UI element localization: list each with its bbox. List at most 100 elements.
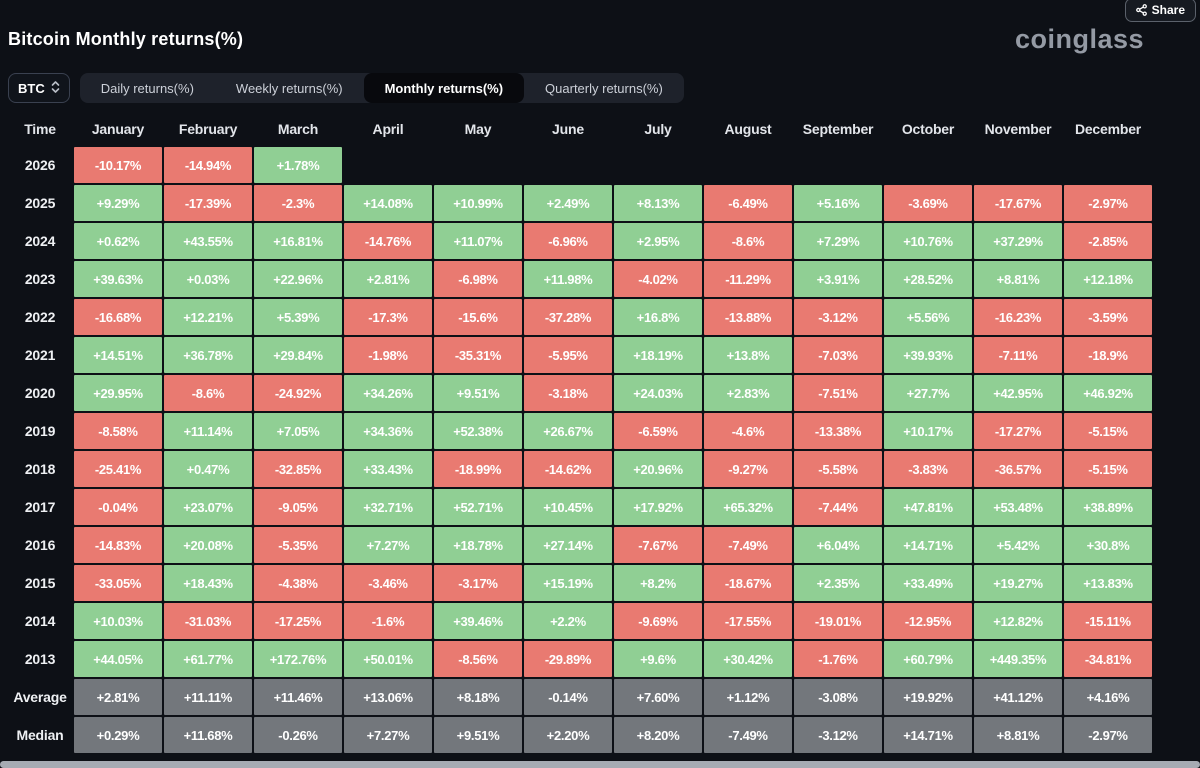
cell-2021-april[interactable]: -1.98% (344, 337, 432, 373)
cell-2023-july[interactable]: -4.02% (614, 261, 702, 297)
cell-2026-march[interactable]: +1.78% (254, 147, 342, 183)
cell-average-december[interactable]: +4.16% (1064, 679, 1152, 715)
cell-2022-may[interactable]: -15.6% (434, 299, 522, 335)
cell-2013-may[interactable]: -8.56% (434, 641, 522, 677)
cell-2021-january[interactable]: +14.51% (74, 337, 162, 373)
cell-2024-september[interactable]: +7.29% (794, 223, 882, 259)
cell-2016-september[interactable]: +6.04% (794, 527, 882, 563)
share-button[interactable]: Share (1124, 0, 1196, 22)
cell-2023-march[interactable]: +22.96% (254, 261, 342, 297)
cell-2016-june[interactable]: +27.14% (524, 527, 612, 563)
cell-2022-march[interactable]: +5.39% (254, 299, 342, 335)
cell-2015-november[interactable]: +19.27% (974, 565, 1062, 601)
cell-2019-april[interactable]: +34.36% (344, 413, 432, 449)
cell-average-march[interactable]: +11.46% (254, 679, 342, 715)
cell-average-february[interactable]: +11.11% (164, 679, 252, 715)
cell-2019-october[interactable]: +10.17% (884, 413, 972, 449)
cell-2013-august[interactable]: +30.42% (704, 641, 792, 677)
cell-2026-february[interactable]: -14.94% (164, 147, 252, 183)
cell-2020-november[interactable]: +42.95% (974, 375, 1062, 411)
cell-2016-january[interactable]: -14.83% (74, 527, 162, 563)
cell-2015-july[interactable]: +8.2% (614, 565, 702, 601)
cell-2024-december[interactable]: -2.85% (1064, 223, 1152, 259)
cell-median-april[interactable]: +7.27% (344, 717, 432, 753)
tab-daily-returns[interactable]: Daily returns(%) (80, 73, 215, 103)
cell-2016-december[interactable]: +30.8% (1064, 527, 1152, 563)
cell-2021-july[interactable]: +18.19% (614, 337, 702, 373)
cell-2024-october[interactable]: +10.76% (884, 223, 972, 259)
cell-2018-may[interactable]: -18.99% (434, 451, 522, 487)
cell-2024-april[interactable]: -14.76% (344, 223, 432, 259)
cell-2024-november[interactable]: +37.29% (974, 223, 1062, 259)
cell-median-june[interactable]: +2.20% (524, 717, 612, 753)
cell-2015-january[interactable]: -33.05% (74, 565, 162, 601)
cell-2023-september[interactable]: +3.91% (794, 261, 882, 297)
cell-2020-september[interactable]: -7.51% (794, 375, 882, 411)
cell-2024-august[interactable]: -8.6% (704, 223, 792, 259)
cell-2014-july[interactable]: -9.69% (614, 603, 702, 639)
cell-2020-august[interactable]: +2.83% (704, 375, 792, 411)
cell-2017-may[interactable]: +52.71% (434, 489, 522, 525)
cell-2014-august[interactable]: -17.55% (704, 603, 792, 639)
cell-average-june[interactable]: -0.14% (524, 679, 612, 715)
cell-2013-june[interactable]: -29.89% (524, 641, 612, 677)
cell-2023-february[interactable]: +0.03% (164, 261, 252, 297)
cell-2022-february[interactable]: +12.21% (164, 299, 252, 335)
cell-2020-december[interactable]: +46.92% (1064, 375, 1152, 411)
cell-2026-january[interactable]: -10.17% (74, 147, 162, 183)
cell-median-december[interactable]: -2.97% (1064, 717, 1152, 753)
cell-2021-march[interactable]: +29.84% (254, 337, 342, 373)
cell-2017-january[interactable]: -0.04% (74, 489, 162, 525)
cell-2025-march[interactable]: -2.3% (254, 185, 342, 221)
cell-2017-june[interactable]: +10.45% (524, 489, 612, 525)
cell-2023-october[interactable]: +28.52% (884, 261, 972, 297)
cell-2021-december[interactable]: -18.9% (1064, 337, 1152, 373)
cell-2016-august[interactable]: -7.49% (704, 527, 792, 563)
cell-2020-april[interactable]: +34.26% (344, 375, 432, 411)
cell-2016-october[interactable]: +14.71% (884, 527, 972, 563)
cell-2021-november[interactable]: -7.11% (974, 337, 1062, 373)
cell-2015-may[interactable]: -3.17% (434, 565, 522, 601)
cell-2018-january[interactable]: -25.41% (74, 451, 162, 487)
cell-median-may[interactable]: +9.51% (434, 717, 522, 753)
cell-2021-august[interactable]: +13.8% (704, 337, 792, 373)
cell-median-august[interactable]: -7.49% (704, 717, 792, 753)
cell-2013-december[interactable]: -34.81% (1064, 641, 1152, 677)
cell-2024-june[interactable]: -6.96% (524, 223, 612, 259)
cell-2019-february[interactable]: +11.14% (164, 413, 252, 449)
cell-2013-february[interactable]: +61.77% (164, 641, 252, 677)
cell-median-november[interactable]: +8.81% (974, 717, 1062, 753)
cell-2022-december[interactable]: -3.59% (1064, 299, 1152, 335)
cell-median-january[interactable]: +0.29% (74, 717, 162, 753)
cell-2017-april[interactable]: +32.71% (344, 489, 432, 525)
cell-2022-october[interactable]: +5.56% (884, 299, 972, 335)
cell-2019-june[interactable]: +26.67% (524, 413, 612, 449)
cell-2022-august[interactable]: -13.88% (704, 299, 792, 335)
cell-2014-march[interactable]: -17.25% (254, 603, 342, 639)
cell-average-april[interactable]: +13.06% (344, 679, 432, 715)
cell-2014-april[interactable]: -1.6% (344, 603, 432, 639)
cell-2024-january[interactable]: +0.62% (74, 223, 162, 259)
cell-2025-june[interactable]: +2.49% (524, 185, 612, 221)
cell-2016-april[interactable]: +7.27% (344, 527, 432, 563)
cell-2025-february[interactable]: -17.39% (164, 185, 252, 221)
cell-2019-january[interactable]: -8.58% (74, 413, 162, 449)
cell-2013-september[interactable]: -1.76% (794, 641, 882, 677)
cell-2018-december[interactable]: -5.15% (1064, 451, 1152, 487)
cell-2024-may[interactable]: +11.07% (434, 223, 522, 259)
cell-2022-april[interactable]: -17.3% (344, 299, 432, 335)
cell-average-august[interactable]: +1.12% (704, 679, 792, 715)
cell-2017-september[interactable]: -7.44% (794, 489, 882, 525)
cell-2022-september[interactable]: -3.12% (794, 299, 882, 335)
cell-2023-may[interactable]: -6.98% (434, 261, 522, 297)
cell-2013-january[interactable]: +44.05% (74, 641, 162, 677)
cell-2016-february[interactable]: +20.08% (164, 527, 252, 563)
cell-2014-september[interactable]: -19.01% (794, 603, 882, 639)
cell-2020-october[interactable]: +27.7% (884, 375, 972, 411)
cell-2021-october[interactable]: +39.93% (884, 337, 972, 373)
cell-2015-august[interactable]: -18.67% (704, 565, 792, 601)
cell-2025-april[interactable]: +14.08% (344, 185, 432, 221)
cell-average-september[interactable]: -3.08% (794, 679, 882, 715)
symbol-select[interactable]: BTC (8, 73, 70, 103)
cell-2019-december[interactable]: -5.15% (1064, 413, 1152, 449)
